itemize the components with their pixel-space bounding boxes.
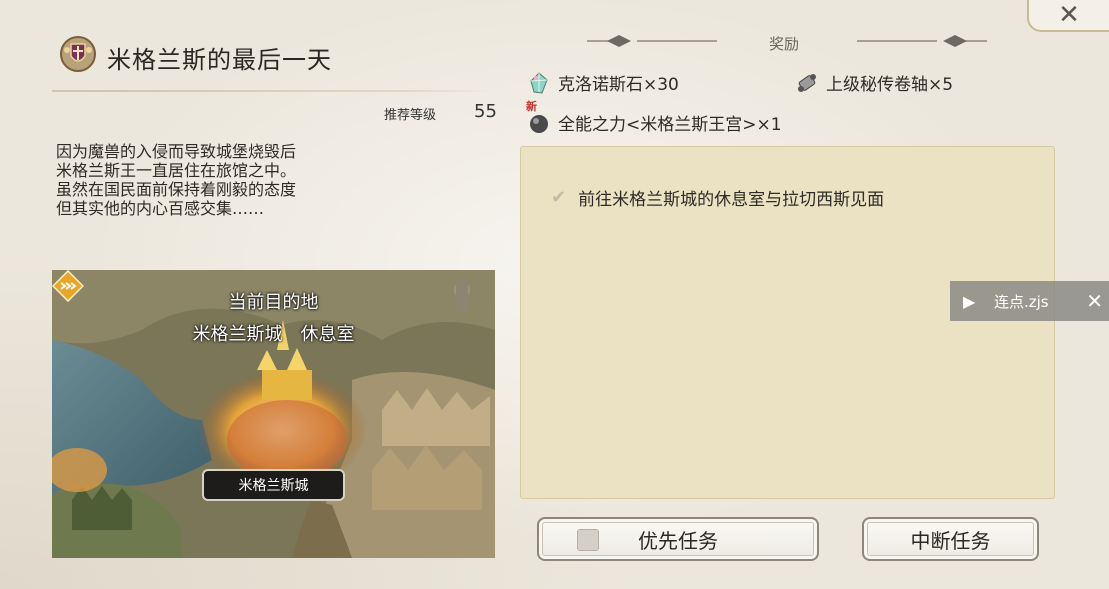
checkmark-icon: ✔ <box>551 187 567 208</box>
description-line: 因为魔兽的入侵而导致城堡烧毁后 <box>56 142 297 161</box>
rewards-title: 奖励 <box>769 35 800 53</box>
reward-label: 克洛诺斯石×30 <box>558 75 679 95</box>
recommended-level-value: 55 <box>474 101 497 122</box>
reward-item[interactable]: 上级秘传卷轴×5 <box>796 70 953 95</box>
destination-title: 当前目的地 <box>228 292 319 313</box>
quest-description: 因为魔兽的入侵而导致城堡烧毁后 米格兰斯王一直居住在旅馆之中。 虽然在国民面前保… <box>56 142 476 218</box>
overlay-script-label: 连点.zjs <box>994 292 1049 311</box>
objective-item: ✔ 前往米格兰斯城的休息室与拉切西斯见面 <box>551 185 884 210</box>
destination-name: 米格兰斯城 休息室 <box>192 324 355 345</box>
description-line: 米格兰斯王一直居住在旅馆之中。 <box>56 161 297 180</box>
objective-text: 前往米格兰斯城的休息室与拉切西斯见面 <box>578 190 885 210</box>
destination-map[interactable]: 当前目的地 米格兰斯城 休息室 米格兰斯城 <box>52 270 495 558</box>
orb-icon: 新 <box>526 100 550 134</box>
play-icon[interactable]: ▶ <box>963 292 981 311</box>
scroll-icon <box>798 73 816 92</box>
reward-label: 上级秘传卷轴×5 <box>826 75 954 95</box>
priority-checkbox[interactable] <box>577 529 599 551</box>
recommended-level-label: 推荐等级 <box>384 108 437 123</box>
close-icon: ✕ <box>1058 0 1080 30</box>
close-button[interactable]: ✕ <box>1027 0 1109 32</box>
description-line: 虽然在国民面前保持着刚毅的态度 <box>56 180 297 199</box>
description-line: 但其实他的内心百感交集…… <box>56 199 265 218</box>
kingdom-crest-icon <box>60 36 96 72</box>
priority-button-label: 优先任务 <box>638 528 718 553</box>
overlay-close-icon[interactable]: ✕ <box>1086 289 1103 313</box>
reward-label: 全能之力<米格兰斯王宫>×1 <box>558 115 782 135</box>
quest-title: 米格兰斯的最后一天 <box>107 46 332 74</box>
reward-item[interactable]: 新 全能之力<米格兰斯王宫>×1 <box>526 100 782 136</box>
objective-panel: ✔ 前往米格兰斯城的休息室与拉切西斯见面 <box>520 146 1055 499</box>
destination-marker-icon <box>52 270 84 302</box>
reward-item[interactable]: 克洛诺斯石×30 <box>528 70 679 95</box>
city-name-plate: 米格兰斯城 <box>202 469 345 501</box>
abort-button-label: 中断任务 <box>910 528 991 553</box>
priority-quest-button[interactable]: 优先任务 <box>537 517 819 561</box>
new-badge: 新 <box>526 99 537 113</box>
title-divider <box>52 90 495 92</box>
autoclick-overlay[interactable]: ▶ 连点.zjs ✕ <box>950 281 1109 321</box>
abort-quest-button[interactable]: 中断任务 <box>862 517 1039 561</box>
chronos-stone-icon <box>530 71 548 94</box>
